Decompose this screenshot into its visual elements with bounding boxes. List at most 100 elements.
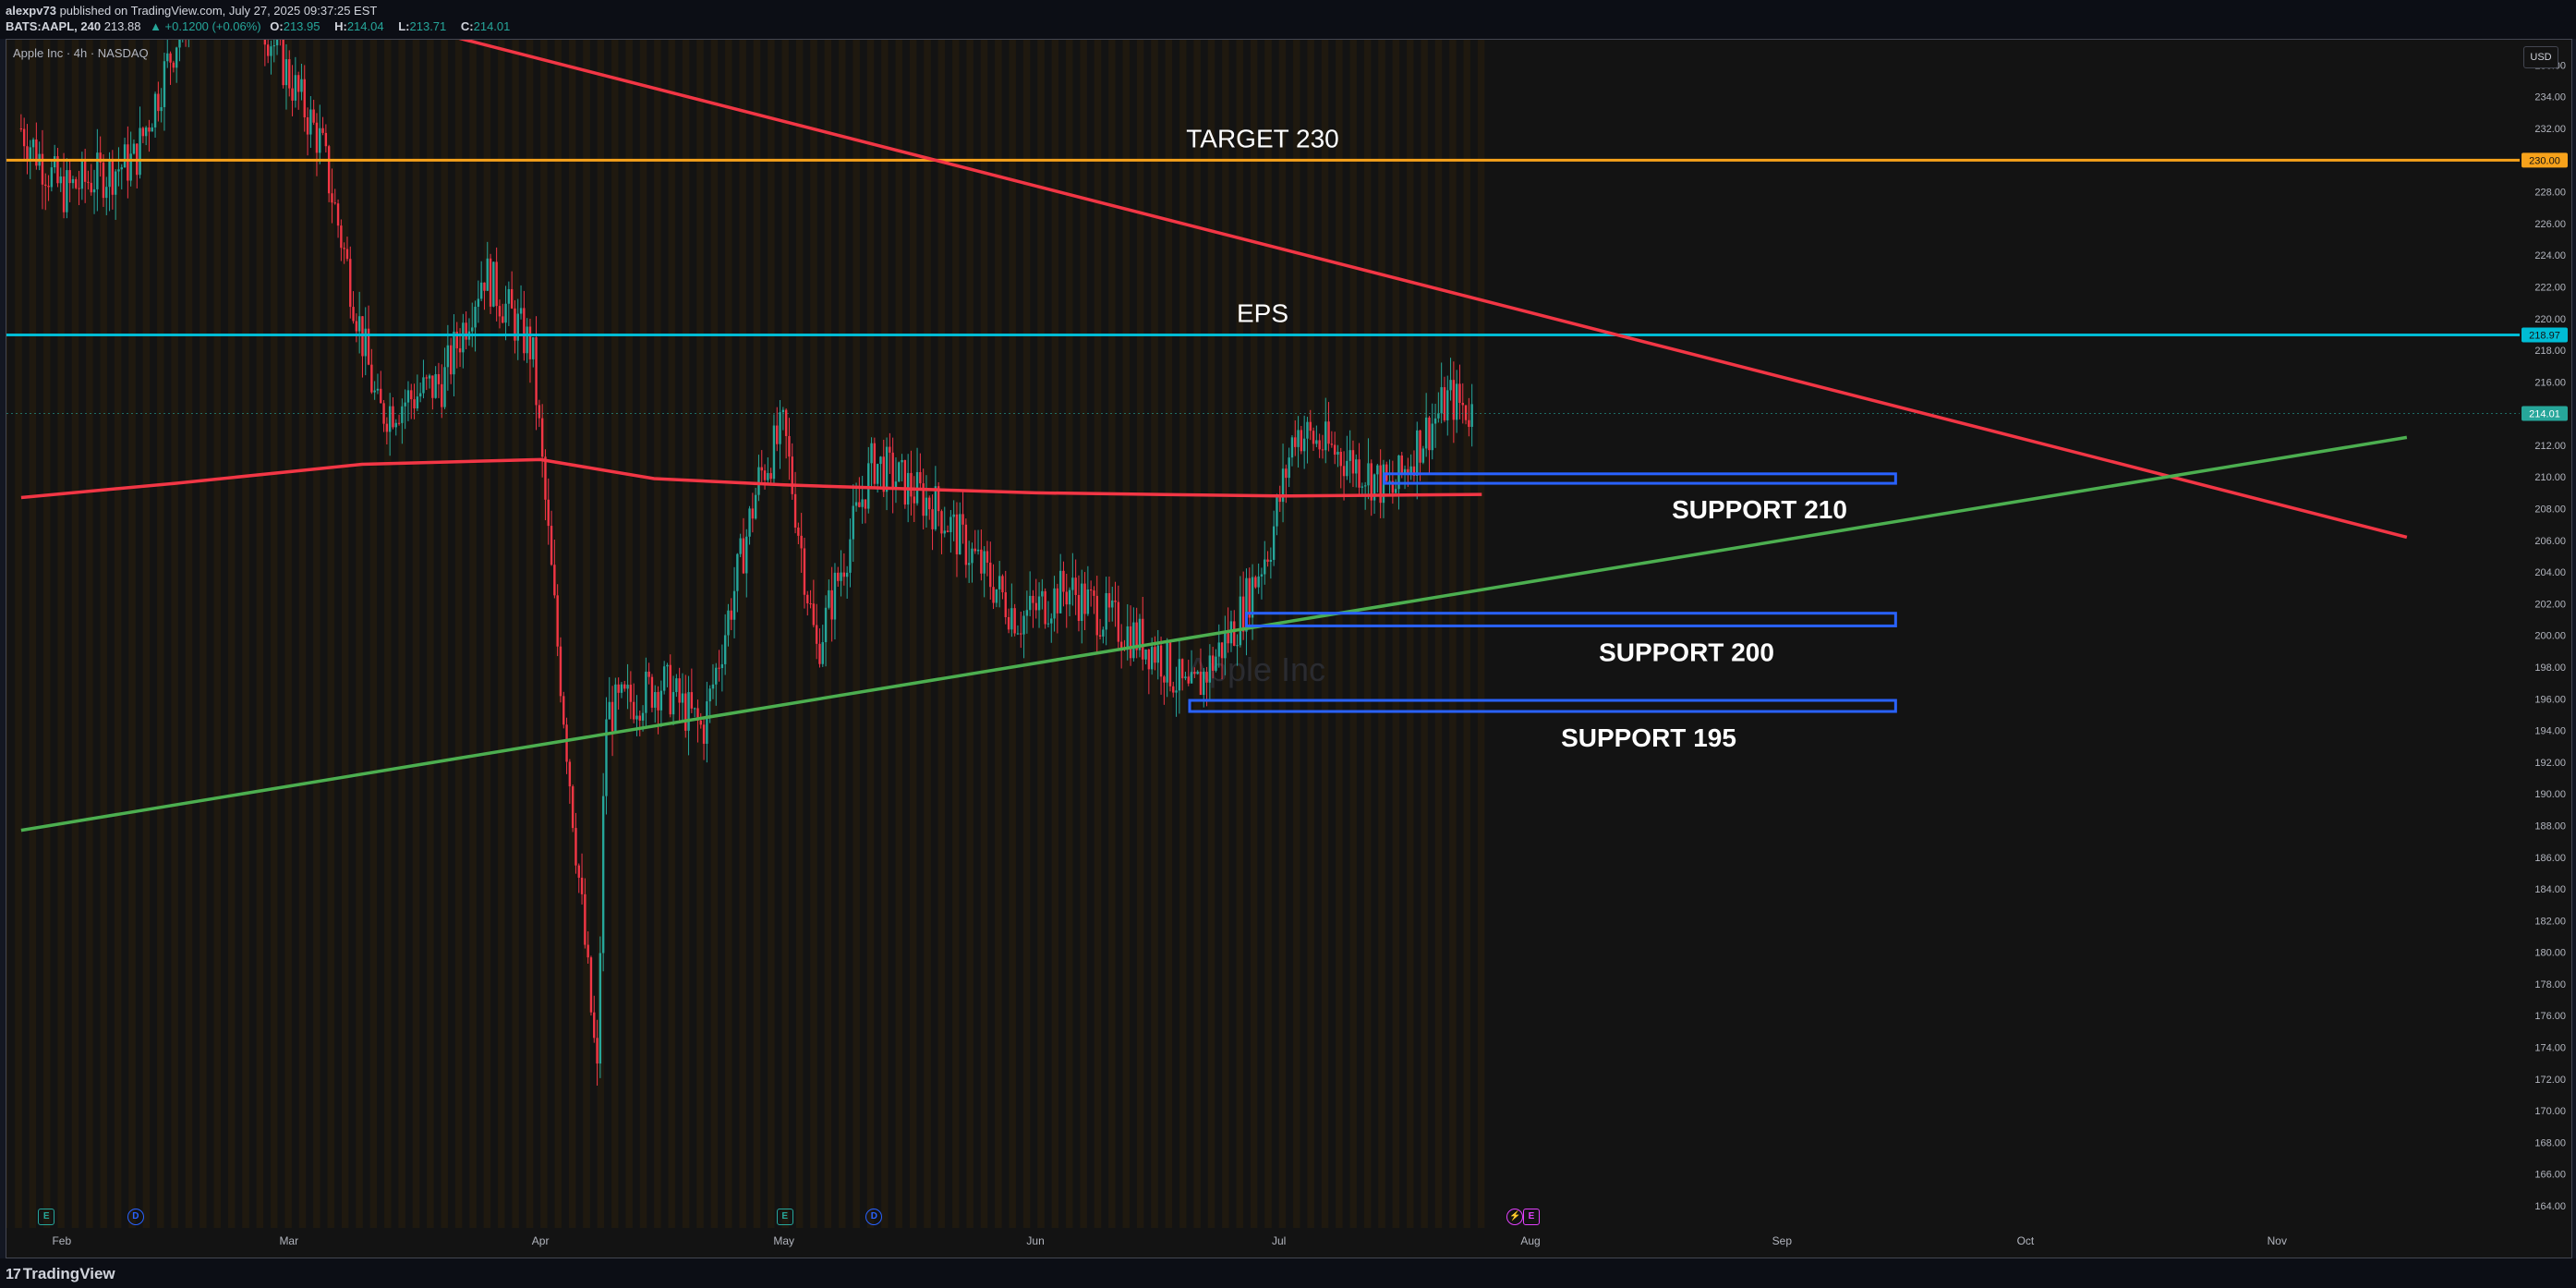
candle-body — [471, 327, 474, 332]
candle-body — [458, 347, 462, 353]
candle-body — [611, 701, 614, 732]
candle-body — [1081, 583, 1083, 622]
candle-body — [1433, 418, 1437, 424]
session-band — [43, 40, 51, 1228]
candle — [1373, 473, 1376, 515]
candle-body — [1119, 641, 1123, 649]
session-band — [469, 40, 477, 1228]
candle-body — [757, 467, 760, 495]
session-band — [398, 40, 405, 1228]
candle-body — [251, 6, 253, 9]
candle-body — [66, 170, 68, 213]
session-band — [710, 40, 719, 1228]
candle-body — [779, 412, 781, 444]
candle — [732, 566, 736, 638]
candle-body — [662, 666, 666, 691]
candle-body — [1424, 417, 1428, 449]
candle — [1233, 610, 1236, 647]
candle-body — [1058, 570, 1062, 614]
candle-body — [404, 402, 406, 407]
candle — [22, 117, 26, 160]
candle-body — [650, 676, 654, 708]
candle — [136, 142, 139, 188]
candle-body — [797, 527, 800, 536]
earnings-icon[interactable]: E — [38, 1209, 55, 1225]
candle-body — [934, 486, 937, 529]
candle-body — [526, 326, 528, 354]
candle-body — [1178, 659, 1181, 691]
candle — [324, 124, 328, 153]
candle-body — [343, 248, 345, 249]
candle-body — [443, 367, 446, 407]
candle-body — [294, 75, 297, 101]
candle-body — [489, 258, 492, 307]
candle-body — [1278, 497, 1281, 503]
candle-body — [828, 589, 830, 608]
candle-body — [1251, 577, 1254, 618]
candle-body — [71, 178, 75, 184]
candle-body — [275, 40, 279, 46]
session-band — [1293, 40, 1300, 1228]
earnings-icon[interactable]: E — [1523, 1209, 1540, 1225]
candle — [662, 661, 666, 695]
session-band — [1392, 40, 1400, 1228]
candle — [504, 286, 507, 341]
price-tick-label: 168.00 — [2534, 1137, 2566, 1148]
candle — [873, 437, 877, 488]
candle — [1016, 625, 1020, 636]
session-band — [1307, 40, 1314, 1228]
currency-button[interactable]: USD — [2523, 46, 2558, 68]
candle-body — [31, 139, 35, 148]
candle-body — [1276, 497, 1278, 527]
session-band — [1407, 40, 1414, 1228]
candle-body — [870, 443, 873, 464]
candle-body — [502, 316, 504, 323]
candle-body — [303, 79, 306, 117]
tradingview-logo[interactable]: 17 TradingView — [6, 1265, 115, 1283]
candle-body — [818, 643, 821, 664]
candle — [1346, 435, 1348, 480]
symbol-title: Apple Inc · 4h · NASDAQ — [13, 46, 149, 60]
candle-body — [178, 40, 181, 48]
session-band — [781, 40, 789, 1228]
session-band — [881, 40, 889, 1228]
candle-body — [559, 646, 562, 697]
dividend-icon[interactable]: D — [127, 1209, 144, 1225]
candle-body — [1321, 449, 1324, 451]
candle-body — [1007, 616, 1010, 630]
session-band — [427, 40, 434, 1228]
candle-body — [702, 724, 706, 744]
candle-body — [477, 298, 480, 307]
candle-body — [190, 0, 192, 2]
candle-body — [748, 508, 751, 537]
watermark: Apple Inc — [1187, 650, 1325, 688]
candle-body — [608, 701, 611, 720]
candle-body — [1363, 485, 1367, 487]
candle-body — [815, 625, 818, 644]
earnings-icon[interactable]: E — [776, 1209, 793, 1225]
session-band — [1193, 40, 1201, 1228]
candle — [992, 564, 995, 610]
candle-body — [1470, 404, 1473, 427]
candle — [675, 674, 678, 698]
candle — [647, 662, 650, 685]
candle-body — [699, 720, 702, 725]
candle-body — [129, 153, 132, 181]
candle-body — [812, 603, 816, 626]
candle — [898, 461, 901, 482]
session-band — [526, 40, 534, 1228]
candle-body — [370, 364, 373, 393]
candle — [41, 129, 44, 210]
candle — [1428, 416, 1431, 475]
candle — [818, 628, 821, 668]
candle-body — [626, 685, 629, 689]
candle — [66, 158, 68, 219]
candle-body — [605, 719, 608, 796]
session-band — [639, 40, 647, 1228]
candle-body — [1175, 690, 1178, 693]
price-chart[interactable]: Apple Inc TARGET 230 EPS SUPPORT 210 SUPPORT… — [0, 0, 2576, 1288]
candle — [1446, 375, 1449, 436]
candle-body — [53, 156, 56, 168]
candle — [1245, 568, 1248, 656]
candle-body — [355, 321, 358, 332]
